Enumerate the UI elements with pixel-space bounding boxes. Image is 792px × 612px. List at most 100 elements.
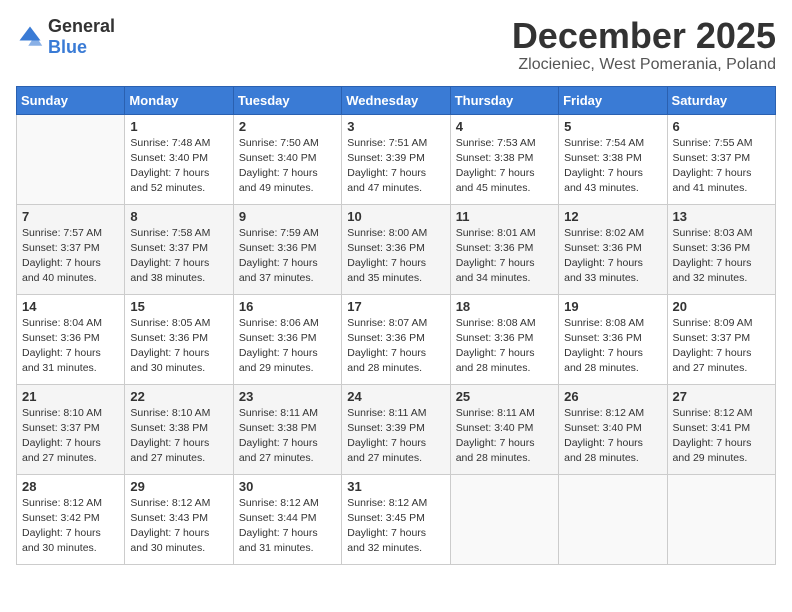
day-number: 8 xyxy=(130,209,227,224)
calendar-cell: 10 Sunrise: 8:00 AMSunset: 3:36 PMDayligh… xyxy=(342,204,450,294)
cell-content: Sunrise: 8:10 AMSunset: 3:37 PMDaylight:… xyxy=(22,406,119,467)
calendar-cell: 18 Sunrise: 8:08 AMSunset: 3:36 PMDayligh… xyxy=(450,294,558,384)
calendar-header-row: SundayMondayTuesdayWednesdayThursdayFrid… xyxy=(17,86,776,114)
header-wednesday: Wednesday xyxy=(342,86,450,114)
calendar-cell: 19 Sunrise: 8:08 AMSunset: 3:36 PMDayligh… xyxy=(559,294,667,384)
calendar-cell: 20 Sunrise: 8:09 AMSunset: 3:37 PMDayligh… xyxy=(667,294,775,384)
day-number: 7 xyxy=(22,209,119,224)
cell-content: Sunrise: 8:01 AMSunset: 3:36 PMDaylight:… xyxy=(456,226,553,287)
day-number: 4 xyxy=(456,119,553,134)
page-header: General Blue December 2025 Zlocieniec, W… xyxy=(16,16,776,74)
cell-content: Sunrise: 8:11 AMSunset: 3:39 PMDaylight:… xyxy=(347,406,444,467)
calendar-cell: 16 Sunrise: 8:06 AMSunset: 3:36 PMDayligh… xyxy=(233,294,341,384)
calendar-cell: 27Sunrise: 8:12 AMSunset: 3:41 PMDayligh… xyxy=(667,384,775,474)
calendar-cell: 31Sunrise: 8:12 AMSunset: 3:45 PMDayligh… xyxy=(342,474,450,564)
day-number: 24 xyxy=(347,389,444,404)
calendar-cell: 1 Sunrise: 7:48 AMSunset: 3:40 PMDaylight… xyxy=(125,114,233,204)
day-number: 28 xyxy=(22,479,119,494)
cell-content: Sunrise: 8:05 AMSunset: 3:36 PMDaylight:… xyxy=(130,316,227,377)
calendar-cell: 21Sunrise: 8:10 AMSunset: 3:37 PMDayligh… xyxy=(17,384,125,474)
day-number: 23 xyxy=(239,389,336,404)
calendar-cell: 5 Sunrise: 7:54 AMSunset: 3:38 PMDaylight… xyxy=(559,114,667,204)
calendar-cell xyxy=(559,474,667,564)
cell-content: Sunrise: 7:59 AMSunset: 3:36 PMDaylight:… xyxy=(239,226,336,287)
cell-content: Sunrise: 8:03 AMSunset: 3:36 PMDaylight:… xyxy=(673,226,770,287)
page-subtitle: Zlocieniec, West Pomerania, Poland xyxy=(512,56,776,74)
header-saturday: Saturday xyxy=(667,86,775,114)
day-number: 10 xyxy=(347,209,444,224)
day-number: 1 xyxy=(130,119,227,134)
day-number: 20 xyxy=(673,299,770,314)
cell-content: Sunrise: 7:58 AMSunset: 3:37 PMDaylight:… xyxy=(130,226,227,287)
day-number: 6 xyxy=(673,119,770,134)
logo: General Blue xyxy=(16,16,115,58)
calendar-cell: 30 Sunrise: 8:12 AMSunset: 3:44 PMDayligh… xyxy=(233,474,341,564)
day-number: 22 xyxy=(130,389,227,404)
header-monday: Monday xyxy=(125,86,233,114)
calendar-cell xyxy=(667,474,775,564)
cell-content: Sunrise: 7:54 AMSunset: 3:38 PMDaylight:… xyxy=(564,136,661,197)
calendar-cell: 23 Sunrise: 8:11 AMSunset: 3:38 PMDayligh… xyxy=(233,384,341,474)
header-tuesday: Tuesday xyxy=(233,86,341,114)
cell-content: Sunrise: 8:11 AMSunset: 3:38 PMDaylight:… xyxy=(239,406,336,467)
week-row-2: 7 Sunrise: 7:57 AMSunset: 3:37 PMDaylight… xyxy=(17,204,776,294)
cell-content: Sunrise: 8:12 AMSunset: 3:45 PMDaylight:… xyxy=(347,496,444,557)
logo-text-general: General xyxy=(48,16,115,36)
calendar-cell: 6 Sunrise: 7:55 AMSunset: 3:37 PMDaylight… xyxy=(667,114,775,204)
calendar-cell: 26 Sunrise: 8:12 AMSunset: 3:40 PMDayligh… xyxy=(559,384,667,474)
day-number: 13 xyxy=(673,209,770,224)
cell-content: Sunrise: 7:51 AMSunset: 3:39 PMDaylight:… xyxy=(347,136,444,197)
calendar-cell: 4Sunrise: 7:53 AMSunset: 3:38 PMDaylight… xyxy=(450,114,558,204)
cell-content: Sunrise: 8:00 AMSunset: 3:36 PMDaylight:… xyxy=(347,226,444,287)
cell-content: Sunrise: 8:08 AMSunset: 3:36 PMDaylight:… xyxy=(564,316,661,377)
day-number: 3 xyxy=(347,119,444,134)
day-number: 14 xyxy=(22,299,119,314)
calendar-cell: 7 Sunrise: 7:57 AMSunset: 3:37 PMDaylight… xyxy=(17,204,125,294)
header-sunday: Sunday xyxy=(17,86,125,114)
week-row-1: 1 Sunrise: 7:48 AMSunset: 3:40 PMDaylight… xyxy=(17,114,776,204)
day-number: 25 xyxy=(456,389,553,404)
day-number: 15 xyxy=(130,299,227,314)
cell-content: Sunrise: 8:07 AMSunset: 3:36 PMDaylight:… xyxy=(347,316,444,377)
week-row-4: 21Sunrise: 8:10 AMSunset: 3:37 PMDayligh… xyxy=(17,384,776,474)
day-number: 30 xyxy=(239,479,336,494)
day-number: 19 xyxy=(564,299,661,314)
header-friday: Friday xyxy=(559,86,667,114)
week-row-5: 28 Sunrise: 8:12 AMSunset: 3:42 PMDayligh… xyxy=(17,474,776,564)
logo-text-blue: Blue xyxy=(48,37,87,57)
cell-content: Sunrise: 7:50 AMSunset: 3:40 PMDaylight:… xyxy=(239,136,336,197)
cell-content: Sunrise: 8:10 AMSunset: 3:38 PMDaylight:… xyxy=(130,406,227,467)
calendar-cell: 22 Sunrise: 8:10 AMSunset: 3:38 PMDayligh… xyxy=(125,384,233,474)
calendar-cell xyxy=(450,474,558,564)
cell-content: Sunrise: 8:12 AMSunset: 3:40 PMDaylight:… xyxy=(564,406,661,467)
cell-content: Sunrise: 7:57 AMSunset: 3:37 PMDaylight:… xyxy=(22,226,119,287)
day-number: 27 xyxy=(673,389,770,404)
calendar-cell: 13 Sunrise: 8:03 AMSunset: 3:36 PMDayligh… xyxy=(667,204,775,294)
cell-content: Sunrise: 7:48 AMSunset: 3:40 PMDaylight:… xyxy=(130,136,227,197)
day-number: 18 xyxy=(456,299,553,314)
cell-content: Sunrise: 8:12 AMSunset: 3:42 PMDaylight:… xyxy=(22,496,119,557)
week-row-3: 14Sunrise: 8:04 AMSunset: 3:36 PMDayligh… xyxy=(17,294,776,384)
cell-content: Sunrise: 8:06 AMSunset: 3:36 PMDaylight:… xyxy=(239,316,336,377)
cell-content: Sunrise: 8:02 AMSunset: 3:36 PMDaylight:… xyxy=(564,226,661,287)
day-number: 9 xyxy=(239,209,336,224)
cell-content: Sunrise: 7:55 AMSunset: 3:37 PMDaylight:… xyxy=(673,136,770,197)
cell-content: Sunrise: 8:12 AMSunset: 3:43 PMDaylight:… xyxy=(130,496,227,557)
calendar-cell: 8 Sunrise: 7:58 AMSunset: 3:37 PMDaylight… xyxy=(125,204,233,294)
day-number: 16 xyxy=(239,299,336,314)
calendar-cell: 28 Sunrise: 8:12 AMSunset: 3:42 PMDayligh… xyxy=(17,474,125,564)
cell-content: Sunrise: 8:09 AMSunset: 3:37 PMDaylight:… xyxy=(673,316,770,377)
day-number: 2 xyxy=(239,119,336,134)
calendar-cell: 15 Sunrise: 8:05 AMSunset: 3:36 PMDayligh… xyxy=(125,294,233,384)
day-number: 11 xyxy=(456,209,553,224)
header-thursday: Thursday xyxy=(450,86,558,114)
calendar-cell xyxy=(17,114,125,204)
day-number: 5 xyxy=(564,119,661,134)
calendar-cell: 2 Sunrise: 7:50 AMSunset: 3:40 PMDaylight… xyxy=(233,114,341,204)
cell-content: Sunrise: 8:12 AMSunset: 3:44 PMDaylight:… xyxy=(239,496,336,557)
cell-content: Sunrise: 8:08 AMSunset: 3:36 PMDaylight:… xyxy=(456,316,553,377)
calendar-cell: 25 Sunrise: 8:11 AMSunset: 3:40 PMDayligh… xyxy=(450,384,558,474)
day-number: 17 xyxy=(347,299,444,314)
cell-content: Sunrise: 8:11 AMSunset: 3:40 PMDaylight:… xyxy=(456,406,553,467)
day-number: 26 xyxy=(564,389,661,404)
